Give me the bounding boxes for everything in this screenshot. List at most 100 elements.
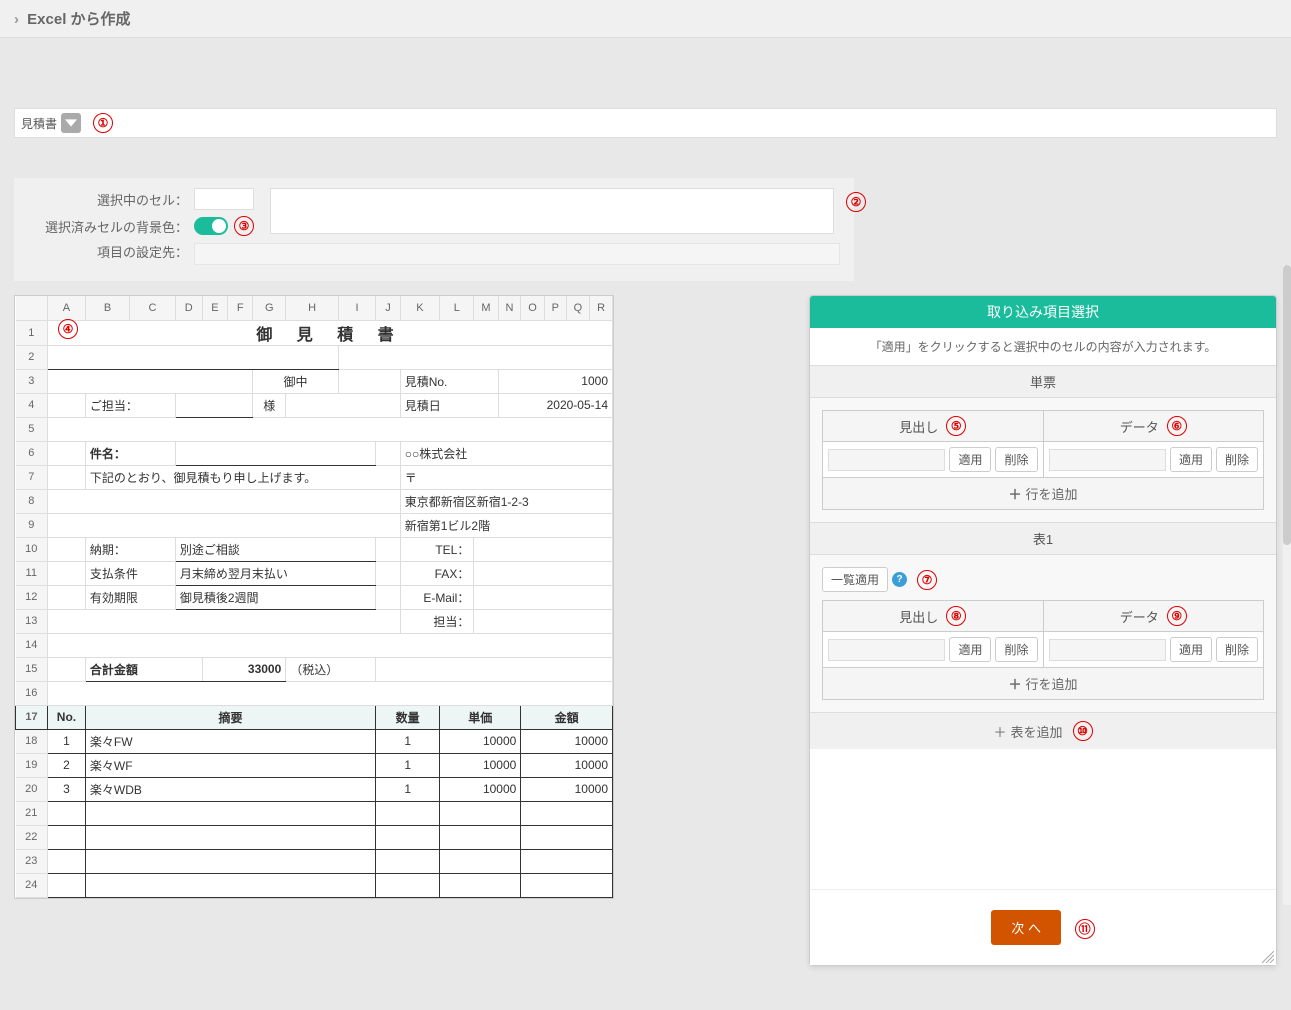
cell[interactable]: 10000 [440, 753, 521, 777]
cell[interactable]: 御中 [253, 369, 339, 393]
cell[interactable] [48, 657, 86, 681]
cell[interactable]: 楽々WDB [85, 777, 375, 801]
cell[interactable]: 楽々WF [85, 753, 375, 777]
cell[interactable]: 合計金額 [85, 657, 202, 681]
cell[interactable]: 見積日 [400, 393, 498, 417]
cell[interactable] [521, 873, 613, 897]
add-row-button[interactable]: ＋行を追加 [822, 668, 1264, 700]
row-header[interactable]: 4 [16, 393, 48, 417]
cell[interactable] [376, 825, 440, 849]
col-header-E[interactable]: E [202, 296, 228, 320]
cell[interactable] [48, 873, 86, 897]
col-header-N[interactable]: N [498, 296, 521, 320]
cell[interactable] [338, 345, 612, 369]
cell[interactable]: 金額 [521, 705, 613, 729]
col-header-G[interactable]: G [253, 296, 286, 320]
cell[interactable]: 担当： [400, 609, 474, 633]
col-header-A[interactable]: A [48, 296, 86, 320]
add-row-button[interactable]: ＋行を追加 [822, 478, 1264, 510]
cell[interactable] [175, 441, 375, 465]
row-header[interactable]: 8 [16, 489, 48, 513]
row-header[interactable]: 17 [16, 705, 48, 729]
col-header-F[interactable]: F [228, 296, 253, 320]
cell[interactable] [48, 417, 613, 441]
data-input-1[interactable] [1049, 449, 1166, 471]
cell[interactable] [286, 393, 400, 417]
cell[interactable]: 2 [48, 753, 86, 777]
cell[interactable] [48, 393, 86, 417]
cell[interactable] [521, 849, 613, 873]
cell[interactable]: 2020-05-14 [498, 393, 612, 417]
cell[interactable]: 〒 [400, 465, 612, 489]
row-header[interactable]: 3 [16, 369, 48, 393]
cell[interactable]: 様 [253, 393, 286, 417]
cell[interactable]: 見積No. [400, 369, 498, 393]
cell[interactable] [376, 585, 401, 609]
cell[interactable] [376, 537, 401, 561]
row-header[interactable]: 16 [16, 681, 48, 705]
cell[interactable]: 支払条件 [85, 561, 175, 585]
row-header[interactable]: 23 [16, 849, 48, 873]
col-header-Q[interactable]: Q [566, 296, 590, 320]
cell[interactable]: 10000 [440, 729, 521, 753]
cell[interactable]: ご担当： [85, 393, 175, 417]
cell[interactable]: 東京都新宿区新宿1-2-3 [400, 489, 612, 513]
cell[interactable] [440, 873, 521, 897]
col-header-R[interactable]: R [590, 296, 613, 320]
cell[interactable] [48, 825, 86, 849]
heading-input-2[interactable] [828, 639, 945, 661]
row-header[interactable]: 9 [16, 513, 48, 537]
col-header-C[interactable]: C [130, 296, 176, 320]
row-header[interactable]: 24 [16, 873, 48, 897]
cell[interactable] [48, 633, 613, 657]
sheet-name-dropdown[interactable]: 見積書 [21, 113, 81, 133]
cell[interactable]: ○○株式会社 [400, 441, 612, 465]
cell[interactable]: （税込） [286, 657, 376, 681]
cell[interactable]: 有効期限 [85, 585, 175, 609]
cell[interactable] [376, 561, 401, 585]
cell[interactable] [175, 393, 252, 417]
apply-button[interactable]: 適用 [1170, 447, 1212, 472]
cell[interactable]: 1 [48, 729, 86, 753]
row-header[interactable]: 1 [16, 320, 48, 345]
cell[interactable] [48, 609, 401, 633]
cell[interactable]: 新宿第1ビル2階 [400, 513, 612, 537]
col-header-J[interactable]: J [376, 296, 401, 320]
col-header-M[interactable]: M [474, 296, 498, 320]
cell[interactable]: 1000 [498, 369, 612, 393]
delete-button[interactable]: 削除 [1216, 447, 1258, 472]
spreadsheet[interactable]: ABCDEFGHIJKLMNOPQR 1御 見 積 書23御中見積No.1000… [14, 295, 614, 899]
bulk-apply-button[interactable]: 一覧適用 [822, 567, 888, 592]
vertical-scrollbar[interactable] [1283, 265, 1291, 905]
cell[interactable] [48, 849, 86, 873]
cell[interactable] [48, 801, 86, 825]
cell[interactable] [48, 561, 86, 585]
row-header[interactable]: 13 [16, 609, 48, 633]
cell[interactable]: 10000 [521, 777, 613, 801]
next-button[interactable]: 次 へ [991, 910, 1061, 945]
cell[interactable] [474, 561, 613, 585]
cell[interactable] [376, 873, 440, 897]
cell[interactable] [85, 801, 375, 825]
cell[interactable]: 件名： [85, 441, 175, 465]
col-header-P[interactable]: P [544, 296, 566, 320]
cell[interactable] [85, 849, 375, 873]
row-header[interactable]: 7 [16, 465, 48, 489]
cell[interactable]: FAX： [400, 561, 474, 585]
delete-button[interactable]: 削除 [1216, 637, 1258, 662]
scrollbar-thumb[interactable] [1283, 265, 1291, 545]
cell[interactable] [440, 825, 521, 849]
cell[interactable]: 摘要 [85, 705, 375, 729]
row-header[interactable]: 5 [16, 417, 48, 441]
row-header[interactable]: 11 [16, 561, 48, 585]
cell[interactable]: 御 見 積 書 [48, 320, 613, 345]
cell[interactable]: 1 [376, 753, 440, 777]
cell[interactable]: 1 [376, 729, 440, 753]
add-table-button[interactable]: ＋ 表を追加 ⑩ [810, 712, 1276, 749]
cell[interactable]: 月末締め翌月末払い [175, 561, 375, 585]
cell[interactable] [376, 441, 401, 465]
col-header-D[interactable]: D [175, 296, 202, 320]
apply-button[interactable]: 適用 [1170, 637, 1212, 662]
row-header[interactable]: 6 [16, 441, 48, 465]
heading-input-1[interactable] [828, 449, 945, 471]
